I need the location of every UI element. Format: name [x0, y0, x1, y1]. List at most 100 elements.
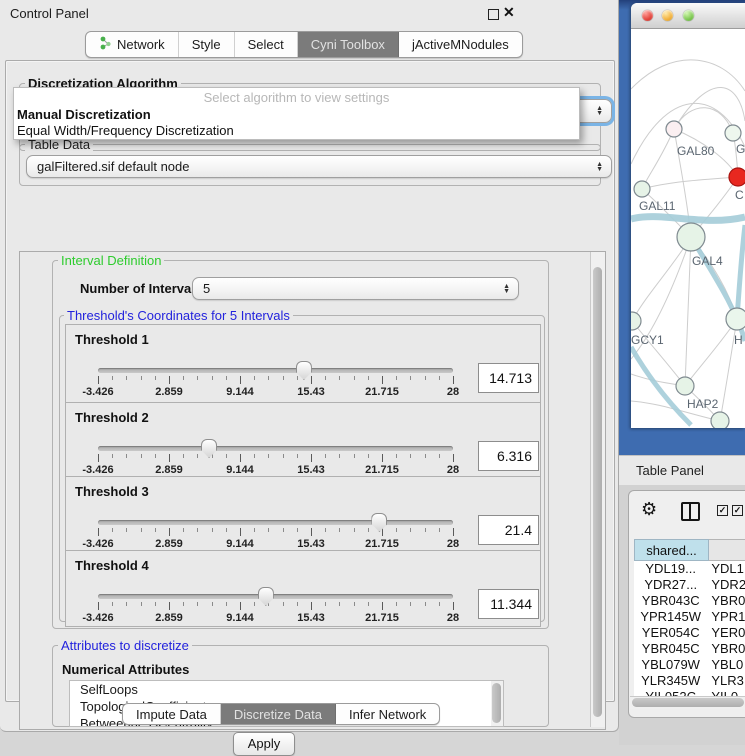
- scrollbar-thumb[interactable]: [593, 267, 602, 717]
- slider-tick-label: -3.426: [82, 386, 113, 398]
- network-canvas[interactable]: GAL80GACGAL11GAL4GCY1HHAP2: [631, 29, 745, 428]
- tab-select[interactable]: Select: [235, 32, 298, 57]
- slider-tick: [368, 454, 369, 458]
- slider-tick: [425, 376, 426, 380]
- column-header-name[interactable]: n: [709, 539, 745, 561]
- float-window-icon[interactable]: [488, 9, 499, 20]
- slider-tick: [368, 602, 369, 606]
- network-node[interactable]: [726, 308, 745, 330]
- table-row[interactable]: YDL19...YDL1: [634, 561, 745, 577]
- zoom-traffic-light-icon[interactable]: [683, 10, 694, 21]
- num-intervals-spinner[interactable]: 5 ▲▼: [192, 277, 519, 300]
- thresholds-group-label: Threshold's Coordinates for 5 Intervals: [64, 308, 293, 323]
- num-intervals-label: Number of Intervals: [80, 281, 202, 296]
- tab-impute-data[interactable]: Impute Data: [123, 704, 221, 724]
- slider-tick: [183, 376, 184, 380]
- num-intervals-value: 5: [203, 281, 210, 296]
- tab-network[interactable]: Network: [86, 32, 179, 57]
- slider-track[interactable]: [98, 446, 453, 451]
- scrollbar-thumb[interactable]: [632, 698, 744, 707]
- table-row[interactable]: YDR27...YDR2: [634, 577, 745, 593]
- network-node[interactable]: [631, 312, 641, 330]
- threshold-value-field[interactable]: 14.713: [478, 363, 539, 393]
- slider-tick: [126, 376, 127, 380]
- slider-tick: [410, 602, 411, 606]
- close-traffic-light-icon[interactable]: [642, 10, 653, 21]
- cell-name: YBR0: [707, 593, 745, 609]
- network-icon: [99, 36, 112, 53]
- table-row[interactable]: YBR043CYBR0: [634, 593, 745, 609]
- slider-tick-label: -3.426: [82, 538, 113, 550]
- threshold-panel: Threshold 2-3.4262.8599.14415.4321.71528…: [65, 402, 541, 478]
- threshold-label: Threshold 2: [75, 410, 149, 425]
- slider-tick: [354, 602, 355, 606]
- slider-tick: [410, 528, 411, 532]
- slider-thumb[interactable]: [371, 513, 387, 532]
- tab-discretize-data[interactable]: Discretize Data: [221, 704, 336, 724]
- interval-group-label: Interval Definition: [58, 253, 164, 268]
- popup-option[interactable]: Equal Width/Frequency Discretization: [17, 123, 576, 139]
- tab-jactivemnodules[interactable]: jActiveMNodules: [399, 32, 522, 57]
- network-node[interactable]: [677, 223, 705, 251]
- tab-label: Style: [192, 37, 221, 52]
- network-nodes[interactable]: GAL80GACGAL11GAL4GCY1HHAP2: [631, 121, 745, 428]
- close-icon[interactable]: ✕: [503, 4, 515, 21]
- slider-track[interactable]: [98, 368, 453, 373]
- tab-infer-network[interactable]: Infer Network: [336, 704, 439, 724]
- network-node[interactable]: [676, 377, 694, 395]
- slider-tick: [425, 454, 426, 458]
- slider-tick: [311, 602, 312, 610]
- table-data-combobox[interactable]: galFiltered.sif default node ▲▼: [26, 155, 612, 178]
- threshold-value-field[interactable]: 21.4: [478, 515, 539, 545]
- threshold-value-field[interactable]: 6.316: [478, 441, 539, 471]
- tab-cyni-toolbox[interactable]: Cyni Toolbox: [298, 32, 399, 57]
- slider-tick-label: 21.715: [365, 386, 399, 398]
- checkbox-checked-icon[interactable]: ✓: [732, 505, 743, 516]
- table-panel-header: Table Panel: [619, 455, 745, 487]
- slider-tick: [98, 376, 99, 384]
- settings-scroll-panel: Interval Definition Number of Intervals …: [19, 251, 606, 730]
- table-row[interactable]: YBL079WYBL0: [634, 657, 745, 673]
- slider-tick-label: 28: [447, 386, 459, 398]
- slider-tick: [396, 454, 397, 458]
- tab-label: Cyni Toolbox: [311, 37, 385, 52]
- slider-thumb[interactable]: [258, 587, 274, 606]
- table-row[interactable]: YBR045CYBR0: [634, 641, 745, 657]
- network-node[interactable]: [725, 125, 741, 141]
- gear-icon[interactable]: ⚙: [641, 499, 657, 520]
- table-row[interactable]: YLR345WYLR3: [634, 673, 745, 689]
- table-horizontal-scrollbar[interactable]: [630, 696, 745, 709]
- scrollbar-thumb[interactable]: [492, 683, 501, 723]
- apply-button[interactable]: Apply: [233, 732, 295, 756]
- popup-option[interactable]: Manual Discretization: [17, 107, 576, 123]
- slider-tick: [354, 376, 355, 380]
- slider-track[interactable]: [98, 594, 453, 599]
- table-row[interactable]: YER054CYER0: [634, 625, 745, 641]
- column-header-shared-name[interactable]: shared...: [634, 539, 709, 561]
- slider-tick: [141, 602, 142, 606]
- network-window-titlebar[interactable]: [631, 3, 745, 29]
- slider-thumb[interactable]: [296, 361, 312, 380]
- threshold-value-field[interactable]: 11.344: [478, 589, 539, 619]
- slider-tick-label: 15.43: [297, 538, 325, 550]
- slider-thumb[interactable]: [201, 439, 217, 458]
- network-node[interactable]: [711, 412, 729, 428]
- minimize-traffic-light-icon[interactable]: [662, 10, 673, 21]
- slider-track[interactable]: [98, 520, 453, 525]
- settings-vertical-scrollbar[interactable]: [590, 252, 605, 727]
- tab-label: jActiveMNodules: [412, 37, 509, 52]
- attributes-list-scrollbar[interactable]: [491, 680, 504, 727]
- columns-icon[interactable]: [681, 502, 700, 521]
- slider-tick: [339, 528, 340, 532]
- table-row[interactable]: YPR145WYPR1: [634, 609, 745, 625]
- slider-tick: [325, 528, 326, 532]
- tab-style[interactable]: Style: [179, 32, 235, 57]
- slider-tick: [453, 376, 454, 384]
- network-node[interactable]: [634, 181, 650, 197]
- network-node[interactable]: [666, 121, 682, 137]
- network-node[interactable]: [729, 168, 745, 186]
- attribute-list-item[interactable]: SelfLoops: [70, 681, 491, 698]
- slider-tick: [240, 602, 241, 610]
- checkbox-checked-icon[interactable]: ✓: [717, 505, 728, 516]
- numerical-attributes-label: Numerical Attributes: [62, 662, 189, 677]
